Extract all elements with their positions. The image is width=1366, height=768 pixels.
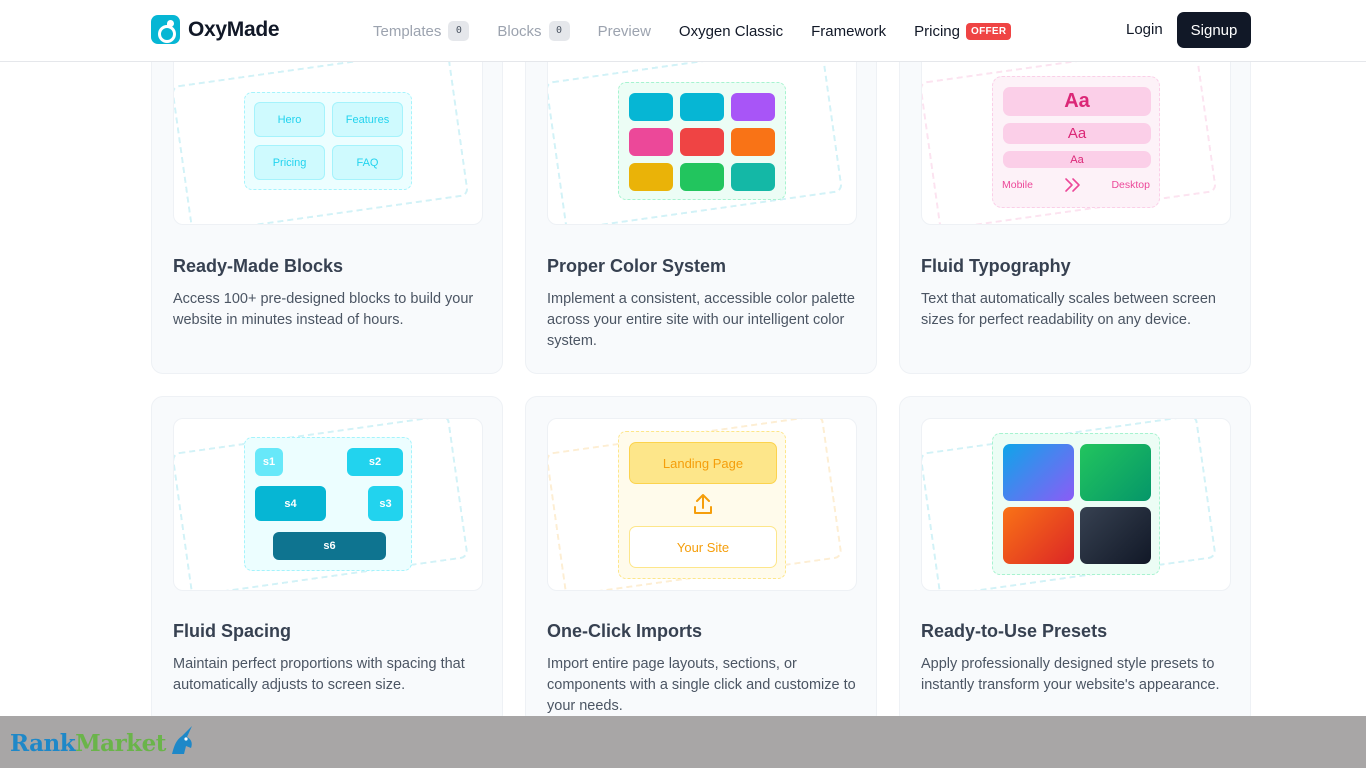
desktop-label: Desktop — [1111, 179, 1150, 191]
preset-swatch-orange-red — [1003, 507, 1074, 564]
block-chip: FAQ — [332, 145, 403, 180]
mobile-label: Mobile — [1002, 179, 1033, 191]
nav-pricing-label: Pricing — [914, 22, 960, 40]
landing-page-block: Landing Page — [629, 442, 777, 484]
your-site-block: Your Site — [629, 526, 777, 568]
offer-badge: OFFER — [966, 22, 1012, 40]
login-link[interactable]: Login — [1126, 21, 1163, 38]
preset-swatch-dark-slate — [1080, 507, 1151, 564]
card-title: Ready-Made Blocks — [173, 256, 344, 276]
oxymade-logo-icon — [151, 15, 180, 44]
color-swatch — [731, 93, 775, 121]
spacing-token-s3: s3 — [368, 486, 403, 521]
card-title: Proper Color System — [547, 256, 727, 276]
type-sample-large: Aa — [1003, 87, 1151, 116]
color-swatch — [629, 93, 673, 121]
card-title: Fluid Typography — [921, 256, 1071, 276]
color-swatch — [731, 163, 775, 191]
preset-swatch-green — [1080, 444, 1151, 501]
type-sample-small: Aa — [1003, 151, 1151, 168]
card-description: Apply professionally designed style pres… — [921, 656, 1220, 693]
logo-text: OxyMade — [188, 17, 280, 41]
spacing-preview: s1 s2 s4 s3 s6 — [173, 418, 483, 591]
color-swatch — [680, 163, 724, 191]
color-swatch — [731, 128, 775, 156]
color-swatch — [680, 128, 724, 156]
card-description: Import entire page layouts, sections, or… — [547, 656, 856, 714]
feature-card-fluid-typography: Aa Aa Aa Mobile Desktop Fluid Typography… — [899, 22, 1251, 374]
top-navbar: OxyMade Templates 0 Blocks 0 Preview Oxy… — [0, 0, 1366, 62]
block-chip: Hero — [254, 102, 325, 137]
presets-preview — [921, 418, 1231, 591]
rankmarket-watermark-bar: RankMarket — [0, 716, 1366, 768]
oxymade-logo[interactable]: OxyMade — [151, 15, 280, 44]
type-scale-box: Aa Aa Aa Mobile Desktop — [992, 76, 1160, 208]
blocks-grid: Hero Features Pricing FAQ — [244, 92, 412, 190]
spacing-token-s6: s6 — [273, 532, 386, 560]
nav-templates-label: Templates — [373, 22, 442, 40]
templates-count-badge: 0 — [448, 21, 470, 41]
block-chip: Pricing — [254, 145, 325, 180]
upload-arrow-icon — [692, 492, 714, 521]
nav-item-framework[interactable]: Framework — [811, 23, 886, 40]
feature-card-presets: Ready-to-Use Presets Apply professionall… — [899, 396, 1251, 726]
imports-preview: Landing Page Your Site — [547, 418, 857, 591]
signup-button[interactable]: Signup — [1177, 12, 1251, 48]
spacing-token-s1: s1 — [255, 448, 283, 476]
spacing-box: s1 s2 s4 s3 s6 — [244, 437, 412, 571]
card-title: Ready-to-Use Presets — [921, 621, 1108, 641]
main-menu: Templates 0 Blocks 0 Preview Oxygen Clas… — [373, 0, 1039, 62]
feature-card-ready-made-blocks: Hero Features Pricing FAQ Ready-Made Blo… — [151, 22, 503, 374]
nav-blocks-label: Blocks — [497, 22, 542, 40]
type-sample-medium: Aa — [1003, 123, 1151, 144]
rankmarket-logo: RankMarket — [10, 724, 198, 763]
feature-card-one-click-imports: Landing Page Your Site One-Click Imports… — [525, 396, 877, 726]
double-chevron-right-icon — [1064, 177, 1082, 198]
color-swatch — [629, 128, 673, 156]
card-title: One-Click Imports — [547, 621, 703, 641]
block-chip: Features — [332, 102, 403, 137]
feature-card-color-system: Proper Color System Implement a consiste… — [525, 22, 877, 374]
card-description: Implement a consistent, accessible color… — [547, 291, 855, 349]
card-description: Access 100+ pre-designed blocks to build… — [173, 291, 474, 328]
spacing-token-s4: s4 — [255, 486, 326, 521]
color-swatch — [629, 163, 673, 191]
feature-card-fluid-spacing: s1 s2 s4 s3 s6 Fluid Spacing Maintain pe… — [151, 396, 503, 726]
spacing-token-s2: s2 — [347, 448, 403, 476]
unicorn-icon — [168, 724, 198, 763]
nav-item-blocks[interactable]: Blocks 0 — [497, 21, 570, 41]
card-description: Maintain perfect proportions with spacin… — [173, 656, 465, 693]
rankmarket-wordmark: RankMarket — [10, 730, 166, 757]
nav-item-templates[interactable]: Templates 0 — [373, 21, 470, 41]
card-title: Fluid Spacing — [173, 621, 292, 641]
preset-grid — [992, 433, 1160, 575]
color-swatch-grid — [618, 82, 786, 200]
preset-swatch-blue-purple — [1003, 444, 1074, 501]
card-description: Text that automatically scales between s… — [921, 291, 1216, 328]
import-flow-box: Landing Page Your Site — [618, 431, 786, 579]
color-swatch — [680, 93, 724, 121]
nav-item-preview[interactable]: Preview — [598, 23, 651, 40]
blocks-count-badge: 0 — [548, 21, 570, 41]
nav-item-oxygen-classic[interactable]: Oxygen Classic — [679, 23, 783, 40]
nav-item-pricing[interactable]: Pricing OFFER — [914, 22, 1012, 40]
